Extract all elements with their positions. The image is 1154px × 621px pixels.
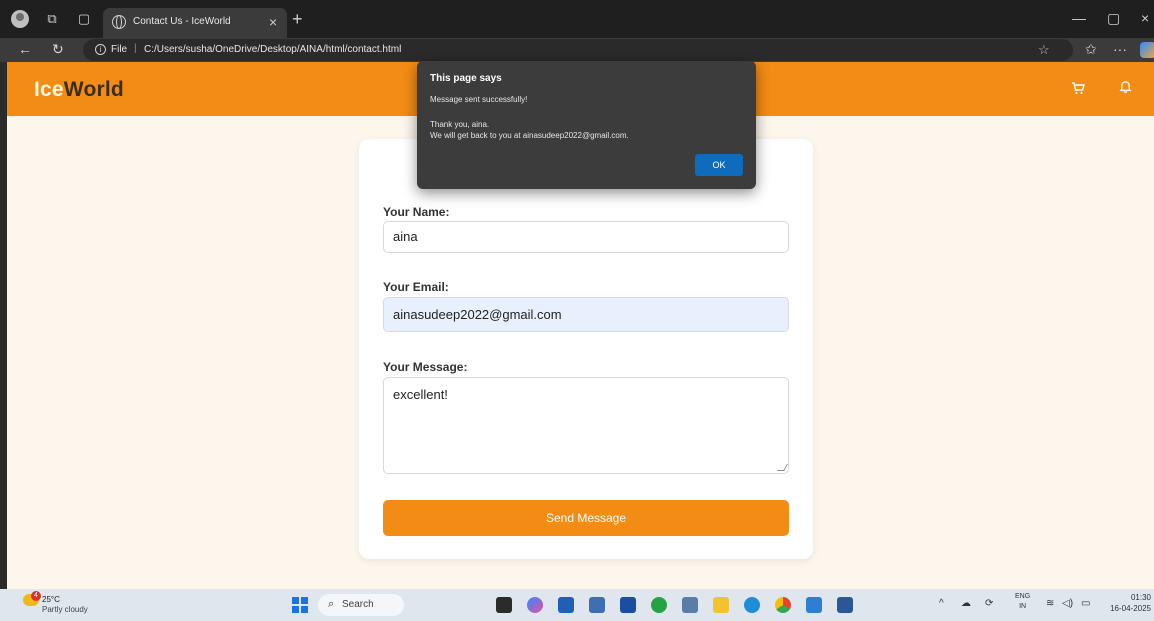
dialog-message-line: Message sent successfully!	[430, 95, 528, 104]
wifi-icon[interactable]: ≋	[1046, 598, 1054, 609]
windows-taskbar: 4 25°C Partly cloudy ⌕ Search ^ ☁ ⟳ ENG …	[0, 589, 1154, 621]
url-text[interactable]: C:/Users/susha/OneDrive/Desktop/AINA/htm…	[144, 44, 401, 55]
email-input[interactable]: ainasudeep2022@gmail.com	[383, 297, 789, 332]
tab-actions-icon[interactable]: ▢	[76, 11, 92, 27]
favorite-star-icon[interactable]: ☆	[1038, 42, 1050, 58]
resize-handle-icon[interactable]	[777, 464, 788, 471]
logo-world: World	[63, 78, 124, 101]
system-clock[interactable]: 01:30 16-04-2025	[1103, 592, 1151, 614]
address-bar[interactable]: i File | C:/Users/susha/OneDrive/Desktop…	[83, 39, 1073, 61]
new-tab-icon[interactable]: +	[292, 9, 303, 30]
tab-contact-us[interactable]: Contact Us - IceWorld ×	[103, 8, 287, 38]
search-icon: ⌕	[328, 598, 335, 610]
volume-icon[interactable]: ◁)	[1062, 598, 1073, 609]
task-view-icon[interactable]	[496, 597, 512, 613]
edge-browser-icon[interactable]	[744, 597, 760, 613]
message-text: excellent!	[393, 387, 448, 402]
send-message-button[interactable]: Send Message	[383, 500, 789, 536]
restore-icon[interactable]: ▢	[1107, 10, 1120, 27]
minimize-icon[interactable]: —	[1072, 10, 1086, 26]
clock-time: 01:30	[1130, 593, 1151, 602]
dialog-title: This page says	[430, 73, 502, 84]
sync-icon[interactable]: ⟳	[985, 598, 993, 609]
vscode-icon[interactable]	[806, 597, 822, 613]
close-tab-icon[interactable]: ×	[269, 14, 277, 30]
chrome-icon[interactable]	[775, 597, 791, 613]
ok-button[interactable]: OK	[695, 154, 743, 176]
favorites-icon[interactable]: ✩	[1085, 41, 1097, 58]
notes-app-icon[interactable]	[589, 597, 605, 613]
copilot-icon[interactable]	[1140, 42, 1154, 58]
back-icon[interactable]: ←	[18, 41, 32, 57]
copilot-app-icon[interactable]	[527, 597, 543, 613]
windows-start-icon[interactable]	[292, 597, 308, 613]
separator: |	[134, 43, 137, 54]
tab-title: Contact Us - IceWorld	[133, 16, 231, 27]
weather-condition-text: Partly cloudy	[42, 605, 88, 614]
temperature-text: 25°C	[42, 595, 60, 604]
name-label: Your Name:	[383, 205, 450, 219]
file-explorer-icon[interactable]	[713, 597, 729, 613]
workspaces-icon[interactable]: ⧉	[44, 11, 60, 27]
dialog-thanks-line: Thank you, aina.	[430, 120, 490, 129]
message-label: Your Message:	[383, 360, 468, 374]
app-icon-blue[interactable]	[558, 597, 574, 613]
browser-toolbar: ← ↻ i File | C:/Users/susha/OneDrive/Des…	[0, 38, 1154, 62]
onedrive-icon[interactable]: ☁	[961, 598, 971, 609]
whatsapp-icon[interactable]	[651, 597, 667, 613]
calculator-icon[interactable]	[682, 597, 698, 613]
email-label: Your Email:	[383, 280, 449, 294]
name-input[interactable]: aina	[383, 221, 789, 253]
show-hidden-icons-chevron-icon[interactable]: ^	[939, 598, 944, 609]
profile-avatar-icon[interactable]	[11, 10, 29, 28]
taskbar-search[interactable]: ⌕ Search	[318, 594, 404, 616]
alert-dialog: This page says Message sent successfully…	[417, 61, 756, 189]
browser-tab-bar: ⧉ ▢ Contact Us - IceWorld × + — ▢ ×	[0, 0, 1154, 38]
store-app-icon[interactable]	[620, 597, 636, 613]
word-icon[interactable]	[837, 597, 853, 613]
contact-form-card: Your Name: aina Your Email: ainasudeep20…	[359, 139, 813, 559]
search-label: Search	[342, 599, 374, 610]
logo-ice: Ice	[34, 78, 64, 101]
close-window-icon[interactable]: ×	[1141, 10, 1149, 26]
battery-icon[interactable]: ▭	[1081, 598, 1090, 609]
lang-code: ENG	[1015, 593, 1031, 600]
region-code: IN	[1019, 603, 1027, 610]
file-label: File	[111, 44, 128, 55]
weather-badge: 4	[31, 591, 41, 601]
info-icon[interactable]: i	[95, 44, 106, 55]
cart-icon[interactable]	[1070, 80, 1086, 101]
message-textarea[interactable]: excellent!	[383, 377, 789, 474]
more-menu-icon[interactable]: ···	[1113, 41, 1127, 57]
globe-icon	[112, 15, 126, 29]
clock-date: 16-04-2025	[1110, 604, 1151, 613]
site-logo[interactable]: IceWorld	[34, 78, 124, 102]
dialog-followup-line: We will get back to you at ainasudeep202…	[430, 131, 629, 140]
language-indicator[interactable]: ENG IN	[1015, 592, 1030, 612]
refresh-icon[interactable]: ↻	[52, 41, 64, 58]
bell-icon[interactable]	[1118, 79, 1133, 98]
